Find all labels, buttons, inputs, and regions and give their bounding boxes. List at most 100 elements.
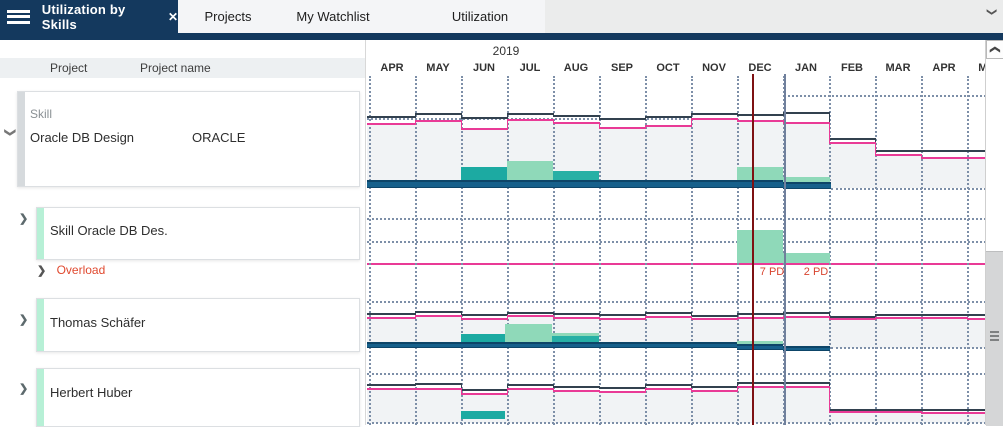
row-thomas-schaefer[interactable]: Thomas Schäfer [36, 298, 360, 352]
capacity-line [507, 384, 553, 386]
planned-line [875, 317, 876, 320]
capacity-fill [691, 120, 737, 188]
capacity-fill [921, 319, 967, 348]
capacity-line [967, 314, 986, 316]
planned-line [829, 318, 875, 320]
capacity-fill [367, 125, 415, 188]
planned-line [967, 157, 986, 159]
planned-line [367, 123, 415, 125]
tab-bar: Utilization by Skills ✕ Projects My Watc… [0, 0, 1003, 33]
capacity-line [415, 383, 416, 386]
planned-line [461, 120, 462, 130]
utilization-bar[interactable] [737, 167, 783, 180]
capacity-line [415, 113, 461, 115]
month-gridline [415, 76, 417, 425]
capacity-fill [829, 144, 875, 188]
chevron-up-icon: ❯ [986, 45, 1003, 53]
row-skill-oracle-db-design[interactable]: Skill Oracle DB Design ORACLE [17, 91, 360, 187]
planned-line [967, 317, 968, 320]
capacity-fill [691, 392, 737, 423]
utilization-bar[interactable] [461, 167, 507, 180]
capacity-line [599, 387, 645, 389]
utilization-bar[interactable] [737, 230, 783, 263]
total-utilization-bar[interactable] [783, 346, 830, 351]
month-label: OCT [651, 62, 685, 74]
month-label: APR [927, 62, 961, 74]
capacity-line [461, 113, 462, 119]
project-name-value: ORACLE [192, 130, 245, 145]
utilization-bar[interactable] [507, 161, 553, 180]
capacity-line [875, 314, 921, 316]
planned-line [737, 317, 783, 319]
vertical-scrollbar[interactable]: ❯ [985, 40, 1003, 425]
expand-chevron-icon[interactable]: ❯ [19, 315, 28, 326]
row-accent-bar [37, 369, 44, 426]
utilization-bar[interactable] [737, 341, 783, 344]
expand-chevron-icon[interactable]: ❯ [19, 214, 28, 225]
capacity-line [553, 113, 554, 117]
grid-dotted-line [783, 95, 986, 97]
capacity-line [553, 386, 599, 388]
planned-line [691, 318, 737, 320]
row-herbert-huber[interactable]: Herbert Huber [36, 368, 360, 427]
utilization-bar[interactable] [505, 324, 552, 342]
chevron-down-icon[interactable]: ❯ [983, 4, 999, 20]
column-header-row: Project Project name [0, 58, 365, 78]
close-tab-icon[interactable]: ✕ [168, 10, 178, 24]
planned-line [461, 393, 507, 395]
utilization-bar[interactable] [783, 177, 830, 182]
month-label: FEB [835, 62, 869, 74]
capacity-line [367, 384, 415, 386]
hamburger-menu-icon[interactable] [7, 10, 30, 24]
planned-line [415, 315, 461, 317]
utilization-bar[interactable] [783, 253, 830, 263]
planned-line [783, 316, 829, 318]
capacity-line [691, 315, 737, 317]
total-utilization-bar[interactable] [367, 180, 783, 188]
tab-utilization[interactable]: Utilization [420, 0, 540, 33]
planned-line [691, 316, 692, 320]
total-utilization-bar[interactable] [367, 342, 737, 348]
expand-chevron-icon[interactable]: ❯ [37, 265, 46, 277]
row-accent-bar [37, 299, 44, 351]
resource-label: Skill Oracle DB Des. [50, 223, 168, 238]
utilization-bar[interactable] [461, 411, 505, 419]
row-overload[interactable]: ❯ Overload [37, 263, 105, 277]
scrollbar-thumb[interactable] [986, 251, 1003, 426]
capacity-line [415, 113, 416, 118]
month-label: AUG [559, 62, 593, 74]
capacity-line [691, 113, 737, 115]
column-header-project-name: Project name [140, 61, 211, 75]
tab-my-watchlist[interactable]: My Watchlist [278, 0, 388, 33]
tab-projects[interactable]: Projects [178, 0, 278, 33]
planned-line [461, 128, 507, 130]
total-utilization-bar[interactable] [783, 182, 831, 189]
planned-line [737, 120, 783, 122]
utilization-chart-canvas: 2019APRMAYJUNJULAUGSEPOCTNOVDECJANFEBMAR… [365, 40, 986, 425]
planned-line [921, 412, 967, 414]
planned-line [691, 118, 692, 127]
utilization-bar[interactable] [553, 171, 599, 180]
project-list-panel: Project Project name ❯ Skill Oracle DB D… [0, 40, 365, 425]
month-gridline [967, 76, 969, 425]
utilization-bar[interactable] [461, 334, 505, 342]
capacity-fill [967, 320, 986, 348]
expand-chevron-icon[interactable]: ❯ [19, 384, 28, 395]
overload-label: Overload [57, 263, 106, 277]
capacity-line [737, 113, 738, 116]
grid-dotted-line [831, 347, 986, 349]
capacity-fill [875, 319, 921, 348]
collapse-chevron-icon[interactable]: ❯ [4, 128, 15, 137]
month-gridline [553, 76, 555, 425]
utilization-bar[interactable] [552, 336, 599, 342]
tab-utilization-by-skills[interactable]: Utilization by Skills ✕ [0, 0, 178, 33]
total-utilization-bar[interactable] [737, 344, 783, 350]
grip-icon [990, 331, 999, 333]
row-skill-oracle-db-des[interactable]: Skill Oracle DB Des. [36, 207, 360, 260]
planned-line [921, 154, 922, 159]
row-type-label: Skill [30, 107, 52, 121]
overload-baseline [367, 263, 986, 265]
planned-line [829, 386, 830, 413]
planned-line [967, 412, 986, 414]
scroll-up-button[interactable]: ❯ [986, 40, 1003, 59]
